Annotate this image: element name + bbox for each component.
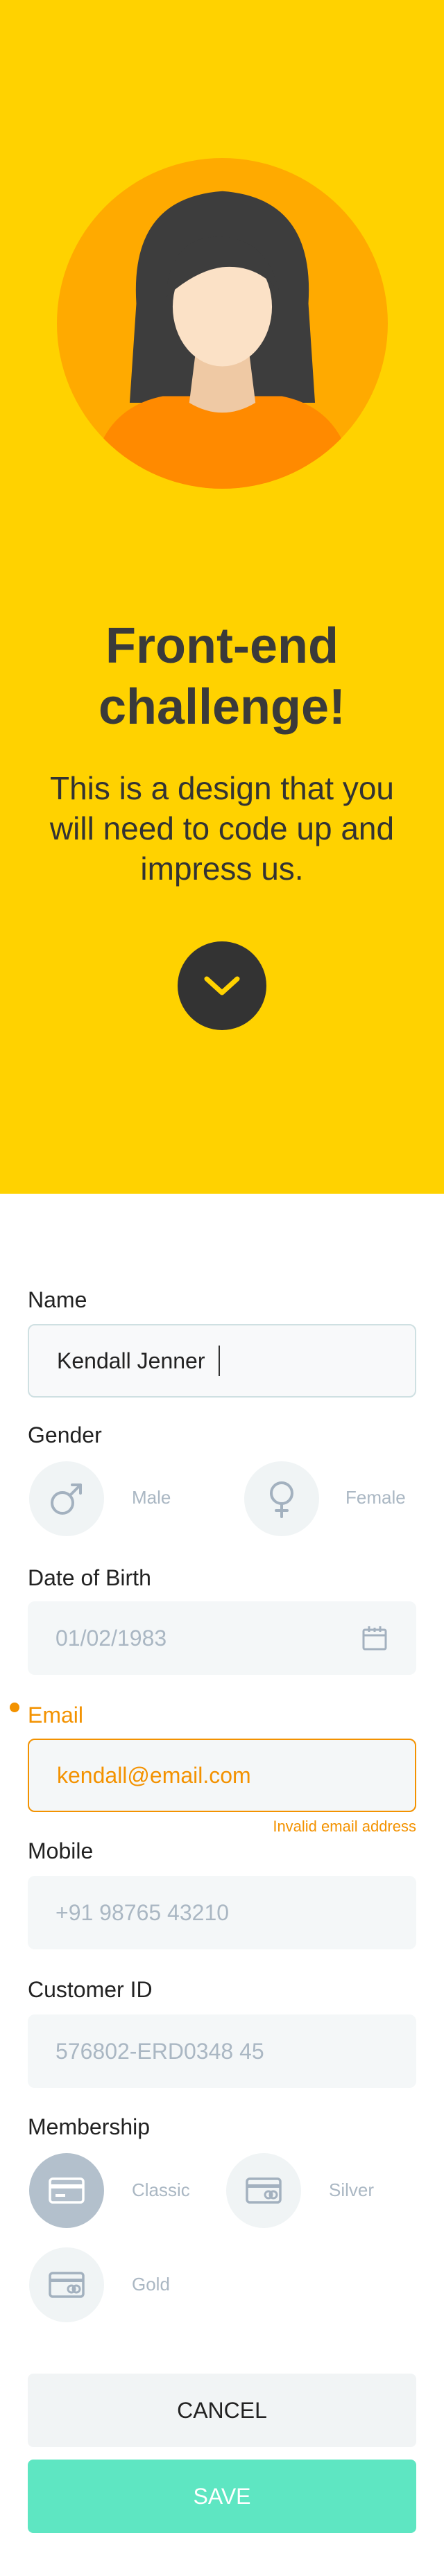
membership-label: Membership [28,2114,151,2139]
customer-id-label: Customer ID [28,1977,153,2002]
save-button[interactable]: SAVE [28,2460,416,2533]
membership-gold-label: Gold [132,2274,170,2295]
email-field[interactable]: kendall@email.com [28,1739,416,1812]
error-indicator-dot [10,1703,19,1712]
chevron-down-icon [204,976,240,995]
gender-label: Gender [28,1422,102,1447]
gender-male-label: Male [132,1487,171,1508]
card-icon [246,2177,282,2204]
hero-section: Front-end challenge! This is a design th… [0,0,444,1194]
mobile-placeholder: +91 98765 43210 [56,1899,230,1925]
avatar-illustration [57,158,388,489]
text-caret [219,1346,221,1376]
dob-field[interactable]: 01/02/1983 [28,1601,416,1675]
mobile-field[interactable]: +91 98765 43210 [28,1876,416,1949]
name-field[interactable]: Kendall Jenner [28,1324,416,1398]
gender-female-option[interactable] [244,1461,319,1536]
male-icon [51,1483,82,1515]
name-value: Kendall Jenner [57,1348,205,1373]
email-label: Email [28,1703,84,1728]
name-label: Name [28,1287,87,1312]
membership-silver-label: Silver [329,2179,375,2200]
email-value: kendall@email.com [57,1762,251,1788]
female-icon [270,1481,293,1518]
customer-id-placeholder: 576802-ERD0348 45 [56,2038,264,2064]
calendar-icon[interactable] [361,1624,388,1652]
hero-subtitle: This is a design that you will need to c… [49,770,395,887]
membership-classic-label: Classic [132,2179,190,2200]
membership-gold-option[interactable] [29,2247,104,2322]
cancel-button[interactable]: CANCEL [28,2374,416,2447]
scroll-down-button[interactable] [178,941,266,1030]
card-icon [49,2272,85,2298]
membership-classic-option[interactable] [29,2153,104,2228]
mobile-label: Mobile [28,1838,94,1863]
dob-label: Date of Birth [28,1565,151,1590]
email-error-message: Invalid email address [273,1818,416,1835]
credit-card-icon [49,2177,85,2204]
membership-silver-option[interactable] [226,2153,301,2228]
dob-value: 01/02/1983 [56,1625,167,1651]
customer-id-field[interactable]: 576802-ERD0348 45 [28,2014,416,2088]
gender-male-option[interactable] [29,1461,104,1536]
hero-title: Front-end challenge! [98,618,346,735]
gender-female-label: Female [345,1487,406,1508]
